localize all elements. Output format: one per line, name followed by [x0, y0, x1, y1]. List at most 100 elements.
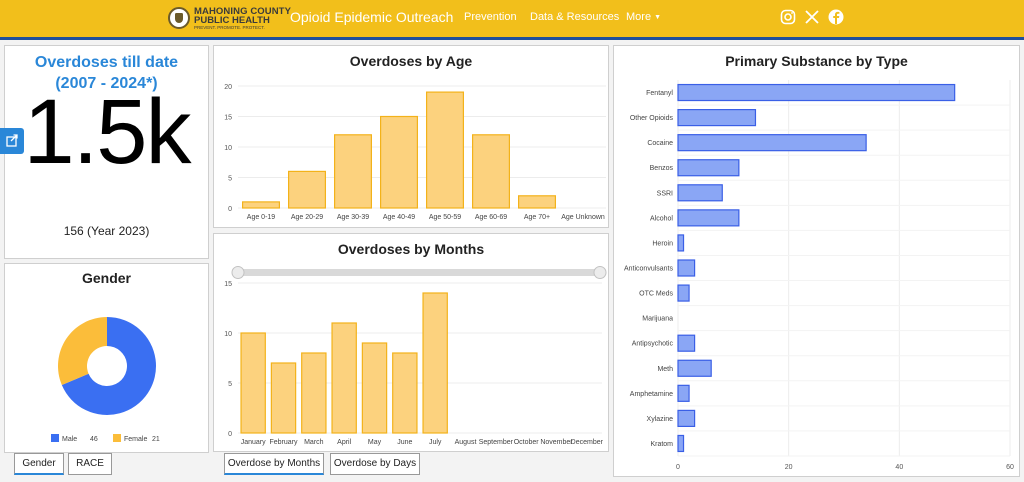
month-bar-july[interactable] — [422, 292, 448, 434]
x-icon[interactable] — [804, 9, 820, 25]
months-bar-chart: 0 5 10 15 January February March April May June Ju… — [224, 266, 607, 446]
y-tick-label: 15 — [224, 281, 232, 288]
y-tick-label: 5 — [228, 381, 232, 388]
substance-bar-otc-meds[interactable] — [677, 284, 690, 302]
y-tick-label: Meth — [657, 366, 673, 373]
age-chart-panel: Overdoses by Age 0 5 10 15 20 Age 0-19 Age 20-… — [213, 45, 609, 228]
substance-bar-fentanyl[interactable] — [677, 83, 956, 102]
nav-prevention[interactable]: Prevention — [464, 11, 517, 23]
instagram-icon[interactable] — [780, 9, 796, 25]
x-tick-label: November — [540, 439, 573, 446]
x-tick-label: March — [304, 439, 324, 446]
x-tick-label: Age 50-59 — [429, 214, 461, 221]
x-tick-label: Age 0-19 — [247, 214, 276, 221]
x-tick-label: January — [241, 439, 266, 446]
substance-bar-benzos[interactable] — [677, 159, 740, 177]
y-tick-label: 0 — [228, 206, 232, 213]
gender-pie-chart: Male 46 Female 21 — [51, 317, 160, 443]
nav-data-resources[interactable]: Data & Resources — [530, 11, 619, 23]
substance-bar-alcohol[interactable] — [677, 209, 740, 227]
y-tick-label: Anticonvulsants — [624, 266, 674, 273]
range-slider-track[interactable] — [235, 269, 603, 276]
y-tick-label: OTC Meds — [639, 291, 673, 298]
caret-down-icon: ▼ — [654, 14, 662, 21]
substance-bar-cocaine[interactable] — [677, 134, 867, 152]
y-tick-label: Marijuana — [642, 316, 673, 323]
tab-overdose-by-days[interactable]: Overdose by Days — [330, 453, 420, 475]
y-tick-label: 15 — [224, 115, 232, 122]
x-tick-label: April — [337, 439, 351, 446]
age-bar-age-60-69[interactable] — [472, 134, 511, 209]
x-tick-label: February — [269, 439, 298, 446]
x-tick-label: 60 — [1006, 464, 1014, 471]
age-bar-age-0-19[interactable] — [242, 201, 280, 209]
x-tick-label: Age 60-69 — [475, 214, 507, 221]
substance-chart-panel: Primary Substance by Type 0 20 40 60 Fentany… — [613, 45, 1020, 477]
x-tick-label: 0 — [676, 464, 680, 471]
x-tick-label: Age 30-39 — [337, 214, 369, 221]
y-tick-label: 0 — [228, 431, 232, 438]
age-bar-age-20-29[interactable] — [287, 170, 326, 209]
y-tick-label: Heroin — [652, 240, 673, 247]
substance-bar-antipsychotic[interactable] — [677, 334, 696, 352]
tab-gender[interactable]: Gender — [14, 453, 64, 475]
health-department-seal-icon — [168, 7, 190, 29]
legend-swatch-male — [51, 434, 59, 442]
tab-overdose-by-months[interactable]: Overdose by Months — [224, 453, 324, 475]
legend-label-male: Male — [62, 436, 77, 443]
x-tick-label: October — [514, 439, 540, 446]
age-bar-age-70[interactable] — [518, 195, 557, 209]
y-tick-label: Kratom — [650, 441, 673, 448]
range-slider-right-handle[interactable] — [593, 266, 607, 279]
x-tick-label: Age Unknown — [561, 214, 605, 221]
legend-swatch-female — [113, 434, 121, 442]
month-bar-march[interactable] — [301, 352, 327, 434]
age-bar-age-30-39[interactable] — [333, 134, 372, 209]
substance-bar-amphetamine[interactable] — [677, 384, 690, 402]
month-bar-may[interactable] — [361, 342, 388, 434]
facebook-icon[interactable] — [828, 9, 844, 25]
substance-bar-ssri[interactable] — [677, 184, 723, 202]
logo-line-3: PREVENT. PROMOTE. PROTECT. — [194, 25, 265, 30]
substance-bar-anticonvulsants[interactable] — [677, 259, 696, 277]
months-chart-panel: Overdoses by Months 0 5 10 15 January Februar… — [213, 233, 609, 452]
y-tick-label: Benzos — [650, 165, 674, 172]
x-tick-label: 40 — [895, 464, 903, 471]
substance-bar-other-opioids[interactable] — [677, 108, 757, 127]
substance-bar-meth[interactable] — [677, 359, 712, 377]
y-tick-label: 20 — [224, 84, 232, 91]
y-tick-label: Alcohol — [650, 215, 673, 222]
substance-bar-kratom[interactable] — [677, 434, 685, 453]
x-tick-label: August — [455, 439, 477, 446]
header-divider — [0, 37, 1024, 40]
x-tick-label: July — [429, 439, 442, 446]
substance-bar-xylazine[interactable] — [677, 409, 696, 427]
age-bar-chart: 0 5 10 15 20 Age 0-19 Age 20-29 Age 30-39 Age 40… — [224, 84, 606, 221]
gender-panel: Gender Male 46 Female 21 — [4, 263, 209, 453]
substance-bar-heroin[interactable] — [677, 234, 685, 252]
legend-value-female: 21 — [152, 436, 160, 443]
month-bar-february[interactable] — [270, 362, 297, 434]
x-tick-label: Age 70+ — [524, 214, 550, 221]
kpi-value: 1.5k — [23, 81, 192, 183]
month-bar-january[interactable] — [240, 332, 266, 434]
nav-more[interactable]: More ▼ — [626, 11, 661, 23]
y-tick-label: Amphetamine — [630, 391, 673, 398]
x-tick-label: May — [368, 439, 382, 446]
y-tick-label: 10 — [224, 331, 232, 338]
share-button[interactable] — [0, 128, 24, 154]
range-slider-left-handle[interactable] — [231, 266, 245, 279]
pie-slice-female[interactable] — [58, 317, 107, 386]
month-bar-april[interactable] — [331, 322, 357, 434]
site-title[interactable]: Opioid Epidemic Outreach — [290, 9, 453, 25]
tab-race[interactable]: RACE — [68, 453, 112, 475]
x-tick-label: September — [479, 439, 514, 446]
kpi-subtitle: 156 (Year 2023) — [63, 224, 150, 238]
top-navigation-bar: MAHONING COUNTY PUBLIC HEALTH PREVENT. P… — [0, 0, 1024, 37]
age-bar-age-40-49[interactable] — [380, 115, 419, 209]
mahoning-county-public-health-logo[interactable]: MAHONING COUNTY PUBLIC HEALTH PREVENT. P… — [168, 5, 292, 31]
y-tick-label: 10 — [224, 145, 232, 152]
y-tick-label: Fentanyl — [646, 90, 673, 97]
month-bar-june[interactable] — [392, 352, 418, 434]
age-bar-age-50-59[interactable] — [426, 91, 465, 209]
